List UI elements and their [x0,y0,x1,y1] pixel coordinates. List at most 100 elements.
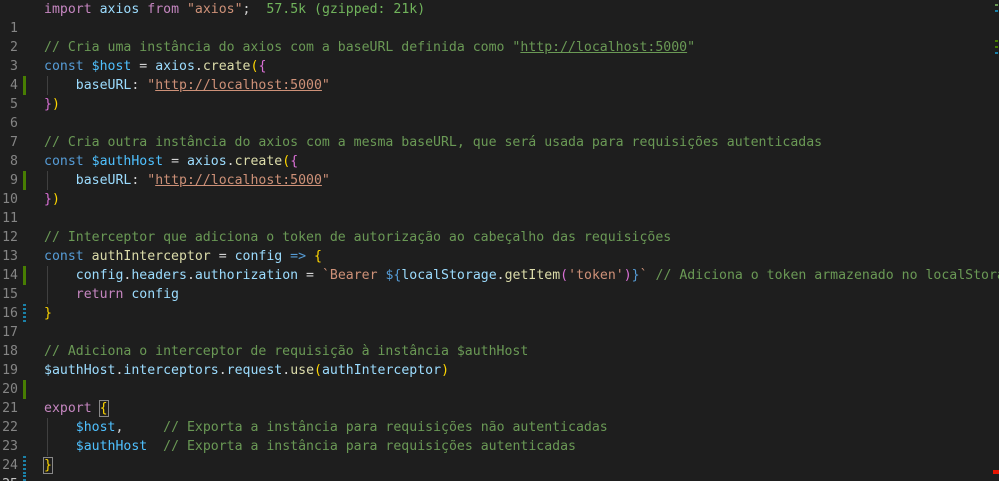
string: "axios" [186,2,243,17]
string: 'token' [568,268,624,283]
property: baseURL [75,173,132,188]
code-line[interactable]: 2 [0,19,999,55]
comment: " [687,40,696,55]
code-line[interactable]: 16 return config [0,285,999,321]
parameter: config [234,249,283,264]
code-text[interactable]: // Cria uma instância do axios com a bas… [44,38,695,57]
overview-ruler[interactable] [993,0,999,481]
bracket: ) [441,363,450,378]
string-link[interactable]: http://localhost:5000 [155,78,322,93]
code-text[interactable]: // Cria outra instância do axios com a m… [44,133,822,152]
bracket: } [44,192,52,207]
function-name: create [234,154,283,169]
bracket: ( [560,268,569,283]
punctuation: . [186,268,195,283]
code-line[interactable]: 3 // Cria uma instância do axios com a b… [0,38,999,95]
code-text[interactable]: $host, // Exporta a instância para requi… [44,418,608,437]
operator: = [163,154,187,169]
code-text[interactable]: $authHost.interceptors.request.use(authI… [44,361,449,380]
comment: // Adiciona o interceptor de requisição … [44,344,529,359]
code-line[interactable]: 7 [0,114,999,150]
code-text[interactable]: const $authHost = axios.create({ [44,152,298,171]
code-line[interactable]: 5 baseURL: "http://localhost:5000" [0,76,999,112]
code-text[interactable]: return config [44,285,179,304]
code-text[interactable]: baseURL: "http://localhost:5000" [44,76,330,95]
bracket: ) [51,97,60,112]
code-line[interactable]: 19 // Adiciona o interceptor de requisiç… [0,342,999,399]
bracket: ( [282,154,291,169]
string: " [321,78,330,93]
code-line[interactable]: 25 } [0,456,999,481]
code-text[interactable]: // Adiciona o interceptor de requisição … [44,342,528,361]
overview-mark [995,40,998,42]
identifier: axios [186,154,227,169]
code-line[interactable]: 11 }) [0,190,999,226]
code-line[interactable]: 15 config.headers.authorization = `Beare… [0,266,999,323]
identifier: $host [75,420,116,435]
punctuation: : [131,173,148,188]
code-text[interactable]: } [44,304,52,323]
code-text[interactable]: import axios from "axios"; 57.5k (gzippe… [44,0,425,19]
punctuation: . [194,59,203,74]
code-text[interactable]: } [43,456,53,475]
template-string: `Bearer [321,268,386,283]
overview-mark [995,4,998,6]
code-line[interactable]: 14 const authInterceptor = config => { [0,247,999,283]
comment-link[interactable]: http://localhost:5000 [520,40,687,55]
bracket: { [98,400,109,417]
operator: = [210,249,235,264]
identifier: config [131,287,179,302]
code-line[interactable]: 9 const $authHost = axios.create({ [0,152,999,188]
identifier: $authHost [75,439,148,454]
operator: = [131,59,156,74]
code-text[interactable]: }) [44,95,60,114]
code-editor[interactable]: 1 import axios from "axios"; 57.5k (gzip… [0,0,999,481]
code-line[interactable]: 22 export { [0,399,999,435]
code-line[interactable]: 13 // Interceptor que adiciona o token d… [0,228,999,285]
code-text[interactable]: // Interceptor que adiciona o token de a… [44,228,671,247]
identifier: axios [155,59,195,74]
identifier: $authHost [44,363,116,378]
punctuation: . [496,268,505,283]
string-link[interactable]: http://localhost:5000 [155,173,322,188]
operator: = [298,268,322,283]
comment: // Cria outra instância do axios com a m… [44,135,823,150]
code-text[interactable]: baseURL: "http://localhost:5000" [44,171,330,190]
keyword: from [147,2,180,17]
code-line[interactable]: 17 } [0,304,999,340]
identifier: authInterceptor [321,363,442,378]
comment: // Adiciona o token armazenado no localS… [647,268,999,283]
string: " [321,173,330,188]
comment: // Exporta a instância para requisições … [163,420,608,435]
keyword: const [44,249,84,264]
template-delimiter: ${ [385,268,402,283]
code-line[interactable]: 23 $host, // Exporta a instância para re… [0,418,999,475]
code-line[interactable]: 6 }) [0,95,999,131]
string: " [147,78,156,93]
function-name: use [290,363,315,378]
cursor-position-marker [993,470,999,474]
code-text[interactable]: export { [44,399,109,418]
property: interceptors [123,363,219,378]
code-text[interactable]: $authHost // Exporta a instância para re… [44,437,576,456]
code-line[interactable]: 4 const $host = axios.create({ [0,57,999,93]
keyword: const [44,59,84,74]
code-line[interactable]: 12 [0,209,999,245]
code-line[interactable]: 10 baseURL: "http://localhost:5000" [0,171,999,207]
code-line[interactable]: 20 $authHost.interceptors.request.use(au… [0,361,999,397]
code-line[interactable]: 24 $authHost // Exporta a instância para… [0,437,999,481]
code-line[interactable]: 8 // Cria outra instância do axios com a… [0,133,999,190]
function-name: create [202,59,251,74]
code-text[interactable]: }) [44,190,60,209]
comment: // Interceptor que adiciona o token de a… [44,230,672,245]
code-text[interactable]: const $host = axios.create({ [44,57,266,76]
code-line[interactable]: 21 [0,380,999,416]
code-line[interactable]: 18 [0,323,999,359]
code-line[interactable]: 1 import axios from "axios"; 57.5k (gzip… [0,0,999,36]
identifier: $host [91,59,132,74]
code-text[interactable]: const authInterceptor = config => { [44,247,322,266]
import-cost-hint: 57.5k (gzipped: 21k) [266,2,426,17]
bracket: { [313,249,322,264]
bracket: ) [51,192,60,207]
code-text[interactable]: config.headers.authorization = `Bearer $… [44,266,999,285]
